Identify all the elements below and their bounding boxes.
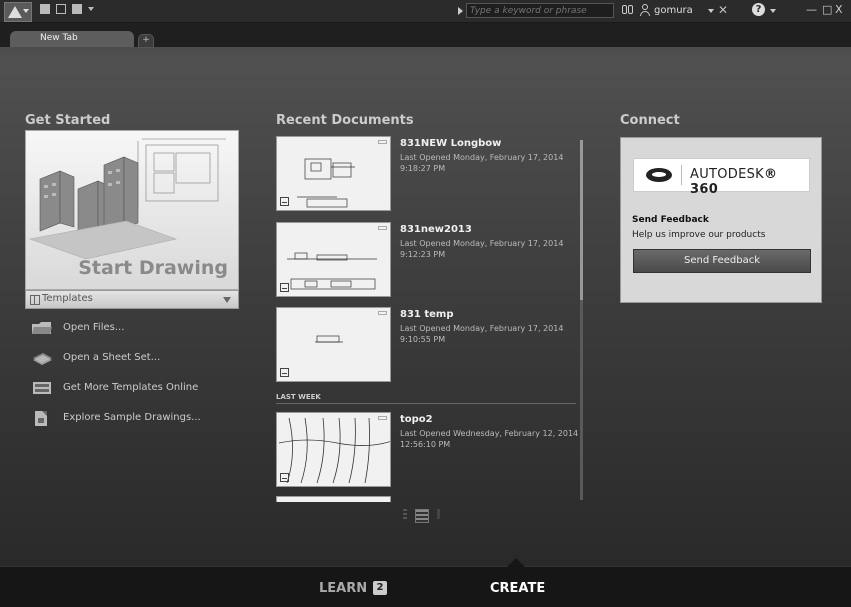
templates-label: Templates xyxy=(42,293,93,304)
start-drawing-card[interactable]: Start Drawing xyxy=(25,130,239,290)
explore-sample-drawings-label: Explore Sample Drawings... xyxy=(63,412,201,423)
list-view-icon[interactable] xyxy=(403,509,407,519)
close-button[interactable]: X xyxy=(835,3,843,16)
help-icon[interactable]: ? xyxy=(752,3,765,16)
help-dropdown-icon[interactable] xyxy=(770,9,776,13)
pin-icon[interactable] xyxy=(378,311,387,315)
recent-document-item[interactable]: topo2 Last Opened Wednesday, February 12… xyxy=(276,412,578,490)
thumbnail-view-icon[interactable] xyxy=(415,509,429,523)
send-feedback-subtitle: Help us improve our products xyxy=(632,230,766,240)
document-thumbnail xyxy=(276,496,391,502)
open-sheet-set-link[interactable]: Open a Sheet Set... xyxy=(31,349,241,369)
open-file-icon[interactable] xyxy=(56,4,66,14)
autodesk-360-logo-icon xyxy=(646,168,672,182)
get-more-templates-label: Get More Templates Online xyxy=(63,382,199,393)
document-last-opened: Last Opened Monday, February 17, 2014 9:… xyxy=(400,239,564,259)
connect-panel: AUTODESK® 360 Send Feedback Help us impr… xyxy=(620,137,822,303)
chevron-down-icon xyxy=(23,9,29,13)
user-dropdown-icon[interactable] xyxy=(708,9,714,13)
add-tab-button[interactable]: + xyxy=(138,34,154,48)
learn-badge: 2 xyxy=(373,581,387,595)
tab-label: New Tab xyxy=(40,33,78,43)
document-thumbnail xyxy=(276,412,391,487)
tab-new-tab[interactable]: New Tab xyxy=(10,31,134,47)
last-week-divider: LAST WEEK xyxy=(276,393,576,404)
search-expand-icon[interactable] xyxy=(458,7,463,15)
document-thumbnail xyxy=(276,136,391,211)
compact-view-icon[interactable] xyxy=(437,509,440,519)
explore-sample-drawings-link[interactable]: Explore Sample Drawings... xyxy=(31,409,241,429)
get-started-title: Get Started xyxy=(25,113,111,128)
send-feedback-button[interactable]: Send Feedback xyxy=(633,249,811,273)
recent-documents-scrollbar[interactable] xyxy=(580,140,583,500)
document-last-opened: Last Opened Monday, February 17, 2014 9:… xyxy=(400,153,564,173)
user-name[interactable]: gomura xyxy=(654,5,693,16)
sample-drawings-icon xyxy=(35,411,47,426)
file-icon xyxy=(280,368,289,377)
recent-documents-title: Recent Documents xyxy=(276,113,414,128)
autocad-logo-icon xyxy=(8,6,22,18)
autodesk-360-label: AUTODESK® 360 xyxy=(690,167,809,197)
binoculars-icon[interactable] xyxy=(622,5,634,15)
send-feedback-title: Send Feedback xyxy=(632,215,709,225)
folder-icon xyxy=(32,322,52,334)
document-name: topo2 xyxy=(400,414,433,425)
application-menu-button[interactable] xyxy=(4,2,32,22)
title-bar: gomura ✕ ? — □ X xyxy=(0,0,851,23)
file-icon xyxy=(280,197,289,206)
exchange-apps-icon[interactable]: ✕ xyxy=(718,3,728,17)
restore-button[interactable]: □ xyxy=(822,3,832,16)
sheet-set-icon xyxy=(33,353,52,365)
minimize-button[interactable]: — xyxy=(806,3,817,16)
pin-icon[interactable] xyxy=(378,140,387,144)
create-tab[interactable]: CREATE xyxy=(490,581,545,596)
document-thumbnail xyxy=(276,222,391,297)
learn-tab[interactable]: LEARN xyxy=(319,581,367,596)
recent-document-item[interactable]: 831new2013 Last Opened Monday, February … xyxy=(276,222,576,300)
open-sheet-set-label: Open a Sheet Set... xyxy=(63,352,161,363)
chevron-down-icon xyxy=(223,297,231,303)
pin-icon[interactable] xyxy=(378,226,387,230)
recent-document-item[interactable]: 831 temp Last Opened Monday, February 17… xyxy=(276,307,576,385)
open-files-link[interactable]: Open Files... xyxy=(31,319,241,339)
templates-dropdown[interactable]: Templates xyxy=(25,290,239,309)
quick-access-toolbar xyxy=(40,4,94,14)
active-indicator xyxy=(507,558,525,567)
file-icon xyxy=(280,473,289,482)
autodesk-360-banner[interactable]: AUTODESK® 360 xyxy=(633,158,810,197)
open-files-label: Open Files... xyxy=(63,322,125,333)
file-icon xyxy=(280,283,289,292)
templates-online-icon xyxy=(33,382,51,394)
recent-document-item[interactable]: 831NEW Longbow Last Opened Monday, Febru… xyxy=(276,136,576,214)
brand-name: AUTODESK xyxy=(690,167,764,182)
user-icon[interactable] xyxy=(640,4,650,17)
recent-documents-list: 831NEW Longbow Last Opened Monday, Febru… xyxy=(276,136,586,502)
document-name: 831new2013 xyxy=(400,224,472,235)
qat-dropdown-icon[interactable] xyxy=(88,7,94,11)
divider xyxy=(681,165,682,185)
document-thumbnail xyxy=(276,307,391,382)
connect-title: Connect xyxy=(620,113,680,128)
templates-icon xyxy=(30,295,40,305)
scrollbar-thumb[interactable] xyxy=(580,140,583,300)
recent-document-item-partial[interactable] xyxy=(276,496,576,502)
start-drawing-label: Start Drawing xyxy=(78,257,228,279)
file-tab-bar: New Tab + xyxy=(0,23,851,48)
document-last-opened: Last Opened Wednesday, February 12, 2014… xyxy=(400,429,579,449)
document-name: 831 temp xyxy=(400,309,454,320)
bottom-navigation-bar: LEARN 2 CREATE xyxy=(0,558,851,607)
document-name: 831NEW Longbow xyxy=(400,138,502,149)
search-input[interactable] xyxy=(466,3,614,18)
new-file-icon[interactable] xyxy=(40,4,50,14)
save-icon[interactable] xyxy=(72,4,82,14)
get-more-templates-link[interactable]: Get More Templates Online xyxy=(31,379,241,399)
view-mode-switcher xyxy=(400,509,440,523)
pin-icon[interactable] xyxy=(378,416,387,420)
document-last-opened: Last Opened Monday, February 17, 2014 9:… xyxy=(400,324,564,344)
